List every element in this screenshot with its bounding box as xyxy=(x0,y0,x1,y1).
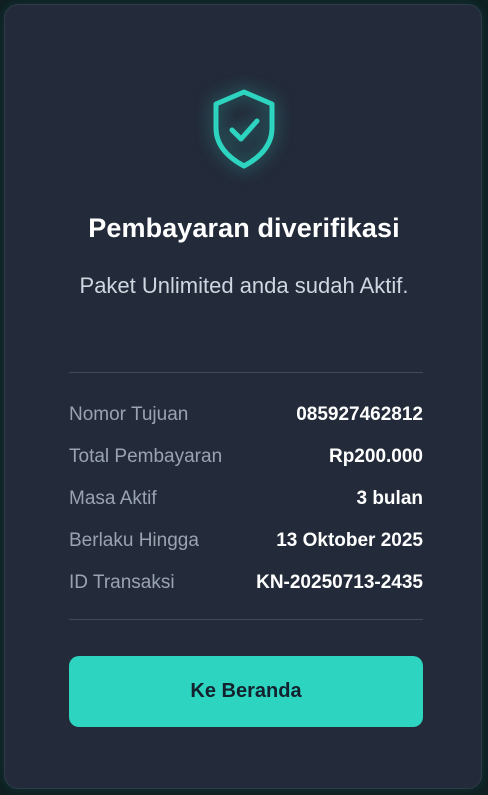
shield-check-icon xyxy=(209,83,279,175)
detail-value: 3 bulan xyxy=(356,488,423,509)
divider-bottom xyxy=(69,619,423,620)
detail-value: 13 Oktober 2025 xyxy=(276,530,423,551)
detail-value: KN-20250713-2435 xyxy=(256,572,423,593)
status-message: Paket Unlimited anda sudah Aktif. xyxy=(79,273,409,298)
detail-label: Masa Aktif xyxy=(69,488,157,509)
transaction-details: Nomor Tujuan 085927462812 Total Pembayar… xyxy=(69,394,423,604)
home-button[interactable]: Ke Beranda xyxy=(69,656,423,727)
status-title: Pembayaran diverifikasi xyxy=(88,213,400,243)
detail-value: 085927462812 xyxy=(296,404,423,425)
detail-row-nomor-tujuan: Nomor Tujuan 085927462812 xyxy=(69,394,423,436)
detail-label: Total Pembayaran xyxy=(69,446,223,467)
detail-row-id-transaksi: ID Transaksi KN-20250713-2435 xyxy=(69,562,423,604)
detail-row-masa-aktif: Masa Aktif 3 bulan xyxy=(69,478,423,520)
detail-label: ID Transaksi xyxy=(69,572,175,593)
detail-label: Nomor Tujuan xyxy=(69,404,189,425)
detail-row-berlaku-hingga: Berlaku Hingga 13 Oktober 2025 xyxy=(69,520,423,562)
detail-row-total-pembayaran: Total Pembayaran Rp200.000 xyxy=(69,436,423,478)
detail-value: Rp200.000 xyxy=(328,446,423,467)
payment-verified-card: Pembayaran diverifikasi Paket Unlimited … xyxy=(4,4,482,789)
detail-label: Berlaku Hingga xyxy=(69,530,199,551)
divider-top xyxy=(69,372,423,373)
